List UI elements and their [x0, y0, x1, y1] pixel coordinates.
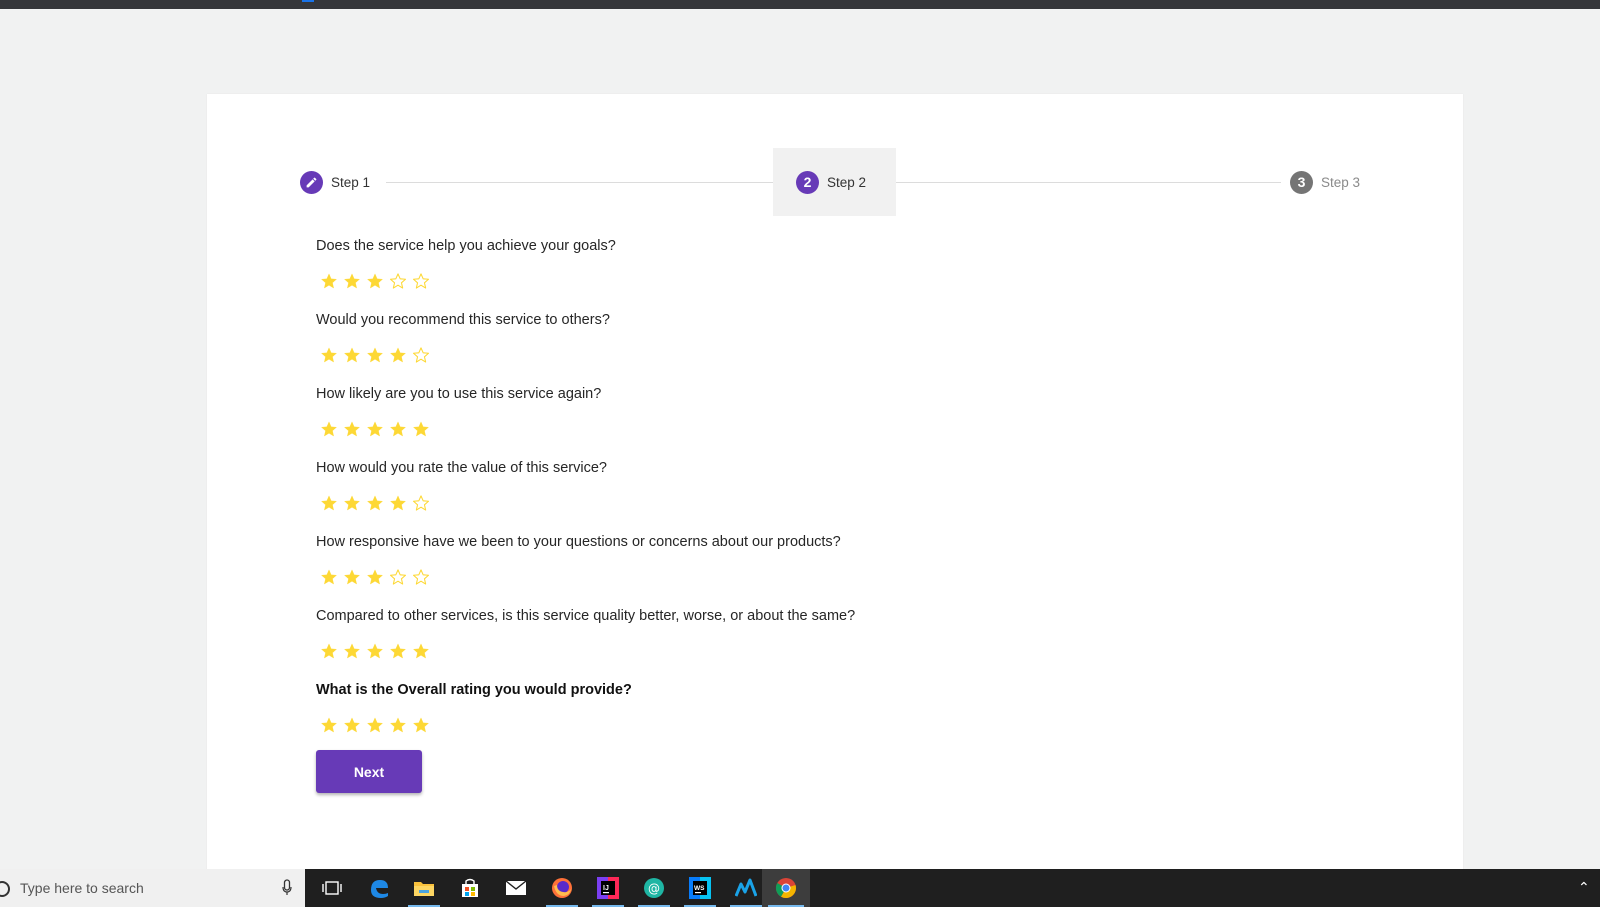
- star-filled-icon[interactable]: [320, 716, 338, 734]
- star-filled-icon[interactable]: [343, 272, 361, 290]
- firefox-icon[interactable]: [540, 869, 584, 907]
- star-filled-icon[interactable]: [343, 494, 361, 512]
- store-icon[interactable]: [448, 869, 492, 907]
- question-text: How would you rate the value of this ser…: [316, 460, 607, 476]
- star-filled-icon[interactable]: [320, 494, 338, 512]
- question-text: Does the service help you achieve your g…: [316, 238, 616, 254]
- mail-icon[interactable]: [494, 869, 538, 907]
- star-filled-icon[interactable]: [320, 420, 338, 438]
- at-sign-app-icon[interactable]: @: [632, 869, 676, 907]
- star-filled-icon[interactable]: [389, 716, 407, 734]
- question-text: How responsive have we been to your ques…: [316, 534, 841, 550]
- search-input[interactable]: Type here to search: [20, 880, 144, 896]
- star-rating[interactable]: [316, 342, 1216, 368]
- star-filled-icon[interactable]: [389, 642, 407, 660]
- question-item: Would you recommend this service to othe…: [316, 311, 1216, 385]
- star-filled-icon[interactable]: [412, 716, 430, 734]
- question-text: Compared to other services, is this serv…: [316, 608, 856, 624]
- svg-text:@: @: [648, 882, 660, 896]
- svg-text:WS: WS: [694, 885, 705, 892]
- edge-icon[interactable]: [357, 869, 401, 907]
- star-filled-icon[interactable]: [343, 420, 361, 438]
- star-rating[interactable]: [316, 564, 1216, 590]
- star-filled-icon[interactable]: [366, 568, 384, 586]
- intellij-icon[interactable]: IJ: [586, 869, 630, 907]
- question-text: How likely are you to use this service a…: [316, 386, 602, 402]
- question-text: Would you recommend this service to othe…: [316, 312, 610, 328]
- star-filled-icon[interactable]: [320, 346, 338, 364]
- star-filled-icon[interactable]: [366, 642, 384, 660]
- star-filled-icon[interactable]: [343, 346, 361, 364]
- question-item: How would you rate the value of this ser…: [316, 459, 1216, 533]
- star-empty-icon[interactable]: [412, 494, 430, 512]
- chrome-icon[interactable]: [762, 869, 810, 907]
- star-rating[interactable]: [316, 638, 1216, 664]
- star-empty-icon[interactable]: [412, 346, 430, 364]
- star-filled-icon[interactable]: [343, 716, 361, 734]
- star-filled-icon[interactable]: [412, 642, 430, 660]
- stepper-connector-1: [386, 182, 781, 183]
- question-item: Compared to other services, is this serv…: [316, 607, 1216, 681]
- star-filled-icon[interactable]: [366, 346, 384, 364]
- star-rating[interactable]: [316, 268, 1216, 294]
- show-hidden-icons-chevron-icon[interactable]: ⌃: [1578, 879, 1590, 896]
- step-2-label: Step 2: [827, 174, 867, 190]
- cortana-icon[interactable]: [0, 881, 10, 897]
- next-button[interactable]: Next: [316, 750, 422, 793]
- windows-taskbar: Type here to search IJ @ WS ⌃: [0, 869, 1600, 907]
- star-empty-icon[interactable]: [412, 272, 430, 290]
- step-3[interactable]: 3 Step 3: [1290, 170, 1360, 194]
- star-filled-icon[interactable]: [412, 420, 430, 438]
- star-filled-icon[interactable]: [366, 494, 384, 512]
- star-filled-icon[interactable]: [366, 272, 384, 290]
- webstorm-icon[interactable]: WS: [678, 869, 722, 907]
- svg-text:IJ: IJ: [603, 885, 609, 892]
- star-filled-icon[interactable]: [366, 420, 384, 438]
- star-filled-icon[interactable]: [343, 642, 361, 660]
- star-filled-icon[interactable]: [343, 568, 361, 586]
- question-item: How likely are you to use this service a…: [316, 385, 1216, 459]
- star-rating[interactable]: [316, 490, 1216, 516]
- star-empty-icon[interactable]: [389, 568, 407, 586]
- step-1[interactable]: Step 1: [300, 170, 370, 194]
- star-rating[interactable]: [316, 416, 1216, 442]
- star-filled-icon[interactable]: [389, 346, 407, 364]
- browser-top-bar: [0, 0, 1600, 9]
- step-3-number: 3: [1290, 170, 1313, 194]
- microphone-icon[interactable]: [282, 879, 292, 897]
- step-2[interactable]: 2 Step 2: [796, 170, 866, 194]
- star-filled-icon[interactable]: [389, 420, 407, 438]
- star-filled-icon[interactable]: [366, 716, 384, 734]
- star-filled-icon[interactable]: [389, 494, 407, 512]
- survey-card: Step 1 2 Step 2 3 Step 3 Does the servic…: [207, 94, 1463, 870]
- task-view-icon[interactable]: [310, 869, 354, 907]
- step-2-number: 2: [796, 170, 819, 194]
- stepper-connector-2: [881, 182, 1281, 183]
- taskbar-search-box[interactable]: Type here to search: [0, 869, 305, 907]
- question-text: What is the Overall rating you would pro…: [316, 682, 632, 698]
- star-empty-icon[interactable]: [412, 568, 430, 586]
- question-list: Does the service help you achieve your g…: [316, 237, 1216, 755]
- question-item: How responsive have we been to your ques…: [316, 533, 1216, 607]
- question-item: Does the service help you achieve your g…: [316, 237, 1216, 311]
- file-explorer-icon[interactable]: [402, 869, 446, 907]
- star-filled-icon[interactable]: [320, 568, 338, 586]
- star-filled-icon[interactable]: [320, 642, 338, 660]
- question-item: What is the Overall rating you would pro…: [316, 681, 1216, 755]
- star-filled-icon[interactable]: [320, 272, 338, 290]
- star-rating[interactable]: [316, 712, 1216, 738]
- star-empty-icon[interactable]: [389, 272, 407, 290]
- pencil-icon: [300, 170, 323, 194]
- step-1-label: Step 1: [331, 174, 371, 190]
- step-3-label: Step 3: [1321, 174, 1361, 190]
- tab-accent: [302, 0, 314, 2]
